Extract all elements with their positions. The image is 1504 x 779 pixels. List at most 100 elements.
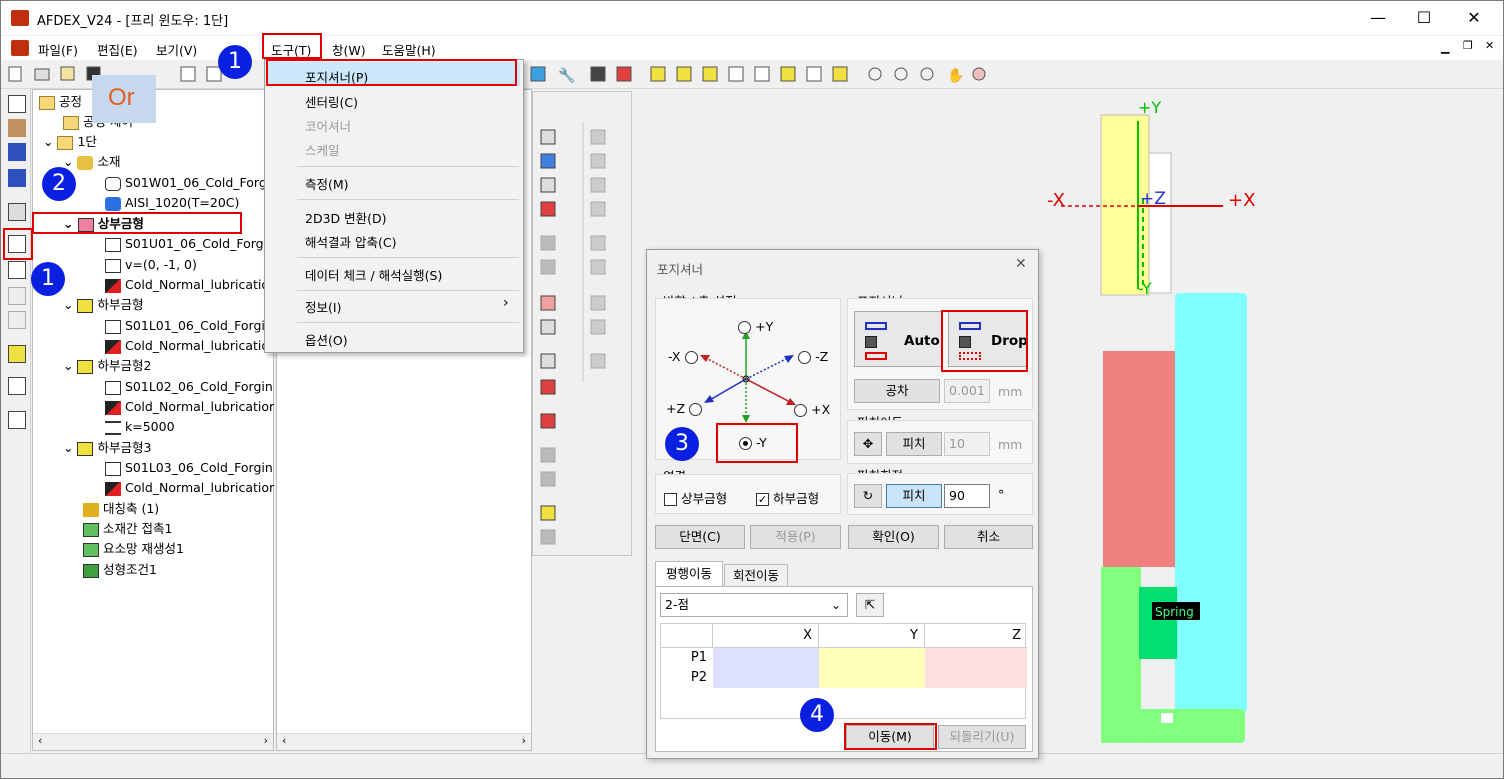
- rotate-icon[interactable]: ↻: [854, 484, 882, 508]
- menu-item-compress[interactable]: 해석결과 압축(C): [305, 232, 396, 251]
- ok-button[interactable]: 확인(O): [848, 525, 939, 549]
- tree-item[interactable]: S01L01_06_Cold_Forgi: [105, 316, 265, 336]
- menu-view[interactable]: 보기(V): [156, 40, 197, 59]
- auto-bottom-icon: [865, 352, 887, 360]
- radio-px[interactable]: +X: [794, 402, 830, 418]
- table-row-p2-label: P2: [690, 670, 707, 685]
- tree-item[interactable]: 공정: [39, 92, 82, 112]
- mdi-close-icon[interactable]: ✕: [1485, 39, 1494, 52]
- hierarchy-icon[interactable]: [8, 261, 26, 279]
- menu-item-datacheck[interactable]: 데이터 체크 / 해석실행(S): [305, 265, 442, 284]
- panel-hscroll[interactable]: ‹ ›: [277, 733, 531, 750]
- die-mesh-icon: [105, 319, 121, 334]
- tree-item[interactable]: ⌄ 하부금형: [63, 295, 143, 315]
- checklist-icon[interactable]: [8, 411, 26, 429]
- dialog-close-icon[interactable]: ✕: [1015, 256, 1027, 272]
- pitch-rotate-input[interactable]: 90: [944, 484, 990, 508]
- tree-item[interactable]: AISI_1020(T=20C): [105, 193, 239, 213]
- mdi-restore-icon[interactable]: ❐: [1463, 39, 1473, 52]
- tree-item[interactable]: 요소망 재생성1: [83, 539, 184, 559]
- radio-pz[interactable]: +Z: [666, 401, 703, 417]
- tree-item[interactable]: 대칭축 (1): [83, 499, 159, 519]
- pitch-rotate-group: ↻ 피치 90 °: [847, 473, 1033, 515]
- tree-item[interactable]: ⌄ 소재: [63, 152, 120, 172]
- tree-item[interactable]: S01L02_06_Cold_Forgin: [105, 377, 273, 397]
- menu-help[interactable]: 도움말(H): [382, 40, 436, 59]
- mdi-minimize-icon[interactable]: ▁: [1441, 41, 1449, 54]
- p2-x-cell[interactable]: [713, 668, 819, 688]
- lubrication-icon: [105, 400, 121, 415]
- menu-window[interactable]: 창(W): [332, 40, 366, 59]
- tree-item[interactable]: Cold_Normal_lubricatior: [105, 478, 274, 498]
- menu-item-centering[interactable]: 센터링(C): [305, 92, 358, 111]
- model-viewport[interactable]: +Y -Y -X +X +Z Spring: [1001, 89, 1501, 751]
- p2-y-cell[interactable]: [819, 668, 925, 688]
- menu-item-options[interactable]: 옵션(O): [305, 330, 348, 349]
- measure-disabled-icon: [8, 311, 26, 329]
- move-cross-icon[interactable]: ✥: [854, 432, 882, 456]
- tree-item[interactable]: Cold_Normal_lubricatio: [105, 336, 269, 356]
- tree-item[interactable]: ⌄ 하부금형2: [63, 356, 151, 376]
- tree-hscroll[interactable]: ‹ ›: [33, 733, 273, 750]
- section-button[interactable]: 단면(C): [655, 525, 745, 549]
- radio-nx[interactable]: -X: [668, 349, 698, 365]
- apply-button: 적용(P): [750, 525, 841, 549]
- menu-file[interactable]: 파일(F): [38, 40, 78, 59]
- cancel-button[interactable]: 취소: [944, 525, 1033, 549]
- tree-icon[interactable]: [8, 95, 26, 113]
- menu-item-info[interactable]: 정보(I): [305, 297, 341, 316]
- table-header-y: Y: [819, 624, 925, 648]
- lower-die-checkbox[interactable]: ✓ 하부금형: [756, 488, 819, 507]
- svg-text:✋: ✋: [947, 67, 964, 84]
- person-icon[interactable]: [8, 377, 26, 395]
- step-1-badge: 1: [218, 45, 252, 79]
- radio-nz[interactable]: -Z: [798, 349, 828, 365]
- radio-py[interactable]: +Y: [738, 319, 773, 335]
- tool-palette-icons[interactable]: [533, 92, 633, 557]
- doc-icon: [11, 40, 29, 56]
- monitor-icon[interactable]: [8, 143, 26, 161]
- tab-rotate[interactable]: 회전이동: [724, 564, 788, 587]
- tree-item[interactable]: ⌄ 하부금형3: [63, 438, 151, 458]
- app-icon: [11, 10, 29, 26]
- monitor2-icon[interactable]: [8, 169, 26, 187]
- tree-item[interactable]: k=5000: [105, 417, 175, 437]
- menu-separator: [297, 199, 519, 200]
- pick-point-icon[interactable]: ⇱: [856, 593, 884, 617]
- pitch-move-button[interactable]: 피치: [886, 432, 942, 456]
- menu-separator: [297, 166, 519, 167]
- close-button[interactable]: ✕: [1459, 7, 1489, 29]
- tree-item[interactable]: S01W01_06_Cold_Forg: [105, 173, 267, 193]
- tree-item[interactable]: 소재간 접촉1: [83, 519, 172, 539]
- menu-item-2d3d[interactable]: 2D3D 변환(D): [305, 208, 387, 227]
- tool-palette: [532, 91, 632, 556]
- p1-y-cell[interactable]: [819, 648, 925, 668]
- lubrication-icon: [105, 339, 121, 354]
- p2-z-cell[interactable]: [925, 668, 1027, 688]
- app-window: AFDEX_V24 - [프리 윈도우: 1단] — ☐ ✕ 파일(F) 편집(…: [0, 0, 1504, 779]
- report-icon[interactable]: [8, 345, 26, 363]
- menu-item-measure[interactable]: 측정(M): [305, 174, 349, 193]
- maximize-button[interactable]: ☐: [1409, 7, 1439, 29]
- tab-translate[interactable]: 평행이동: [655, 561, 723, 587]
- upper-die-checkbox[interactable]: 상부금형: [664, 488, 727, 507]
- tree-item[interactable]: Cold_Normal_lubricatior: [105, 397, 274, 417]
- tree-item[interactable]: Cold_Normal_lubricatio: [105, 275, 269, 295]
- pitch-rotate-button[interactable]: 피치: [886, 484, 942, 508]
- auto-button[interactable]: Auto: [854, 311, 942, 367]
- p1-x-cell[interactable]: [713, 648, 819, 668]
- method-select[interactable]: 2-점 ⌄: [660, 593, 848, 617]
- minimize-button[interactable]: —: [1363, 7, 1393, 29]
- tree-item[interactable]: 성형조건1: [83, 560, 157, 580]
- tree-item[interactable]: S01L03_06_Cold_Forgin: [105, 458, 273, 478]
- die-icon: [77, 441, 94, 456]
- tree-item[interactable]: S01U01_06_Cold_Forg: [105, 234, 264, 254]
- display-icon[interactable]: [8, 203, 26, 221]
- p1-z-cell[interactable]: [925, 648, 1027, 668]
- hand-icon[interactable]: [8, 119, 26, 137]
- tree-item[interactable]: v=(0, -1, 0): [105, 255, 197, 275]
- tree-item[interactable]: ⌄ 1단: [43, 132, 97, 152]
- tolerance-button[interactable]: 공차: [854, 379, 940, 403]
- degree-symbol: °: [998, 487, 1005, 502]
- menu-edit[interactable]: 편집(E): [97, 40, 138, 59]
